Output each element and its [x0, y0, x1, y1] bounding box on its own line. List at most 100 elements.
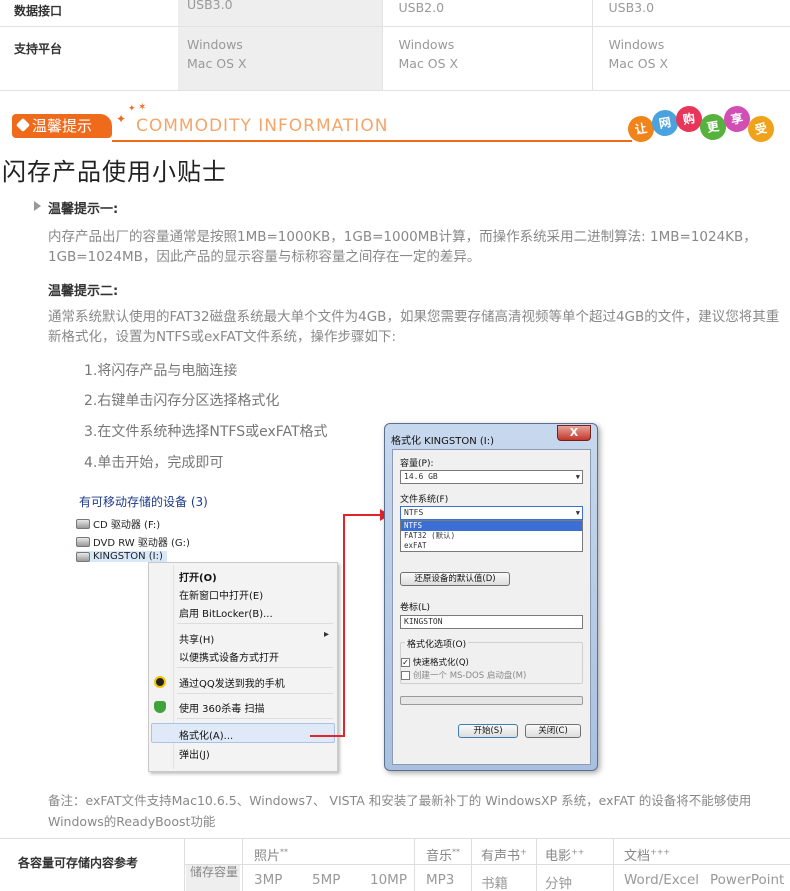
connector-arrow — [310, 509, 390, 737]
dvd-drive-icon — [76, 536, 90, 547]
spec-label: 数据接口 — [0, 0, 178, 27]
slogan-bubbles: 让 网 购 更 享 受 — [625, 103, 778, 146]
menu-item-open-new-window[interactable]: 在新窗口中打开(E) — [179, 587, 263, 602]
step-3: 3.在文件系统种选择NTFS或exFAT格式 — [84, 424, 328, 440]
star-icon: ✦ — [116, 112, 127, 126]
spec-text: Mac OS X — [608, 55, 669, 71]
fs-options-list: NTFS FAT32 (默认) exFAT — [400, 520, 583, 552]
menu-item-portable[interactable]: 以便携式设备方式打开 — [179, 649, 279, 664]
spec-text: Windows — [187, 36, 243, 52]
tip2-title: 温馨提示二: — [48, 284, 119, 299]
spec-table: 数据接口 USB3.0 USB2.0 USB3.0 支持平台 Windows Ma… — [0, 0, 790, 91]
tips-banner: 温馨提示 ✦ ✦ ✶ COMMODITY INFORMATION 让 网 购 更… — [0, 100, 790, 146]
spec-row-platform: 支持平台 Windows Mac OS X Windows Mac OS X Win… — [0, 26, 790, 91]
capacity-label: 各容量可存储内容参考 — [18, 856, 139, 870]
spec-cell: USB3.0 — [591, 0, 790, 27]
capacity-label: 容量(P): — [400, 459, 434, 469]
dropdown-arrow-icon: ▼ — [575, 473, 580, 481]
tip2-text: 通常系统默认使用的FAT32磁盘系统最大单个文件为4GB，如果您需要存储高清视频… — [48, 309, 780, 345]
step-4: 4.单击开始，完成即可 — [84, 455, 224, 471]
spec-label: 支持平台 — [0, 26, 178, 91]
fs-option[interactable]: FAT32 (默认) — [401, 531, 582, 541]
star-icon: ✶ — [138, 102, 147, 113]
dialog-close-button[interactable]: X — [557, 425, 591, 441]
dialog-body: 容量(P): 14.6 GB ▼ 文件系统(F) NTFS ▼ NTFS FAT32… — [392, 449, 591, 765]
drive-cd[interactable]: CD 驱动器 (F:) — [76, 516, 160, 531]
header-document: 文档+++ — [624, 845, 670, 864]
menu-item-eject[interactable]: 弹出(J) — [179, 746, 210, 761]
spec-text: Mac OS X — [398, 55, 459, 71]
table-divider — [414, 839, 415, 891]
spec-cell: Windows Mac OS X — [178, 26, 382, 91]
devices-header: 有可移动存储的设备 (3) — [79, 495, 208, 509]
header-sup: +++ — [650, 847, 671, 857]
volume-input[interactable]: KINGSTON — [400, 615, 583, 629]
format-options-label: 格式化选项(O) — [405, 637, 469, 650]
quick-format-label: 快速格式化(Q) — [413, 658, 469, 668]
footnote: 备注：exFAT文件支持Mac10.6.5、Windows7、 VISTA 和安… — [48, 793, 752, 829]
capacity-select[interactable]: 14.6 GB ▼ — [400, 470, 583, 484]
drive-label: CD 驱动器 (F:) — [93, 520, 161, 531]
tip1-text: 内存产品出厂的容量通常是按照1MB=1000KB，1GB=1000MB计算，而操… — [48, 229, 757, 265]
fs-select[interactable]: NTFS ▼ — [400, 506, 583, 520]
capacity-value: 14.6 GB — [404, 472, 438, 481]
table-divider — [536, 839, 537, 891]
header-movie: 电影++ — [545, 845, 584, 864]
capacity-table: 各容量可存储内容参考 储存容量 照片** 音乐 ** 有声书+ 电影++ 文档++… — [0, 838, 790, 891]
cell-value: Word/Excel — [624, 872, 700, 888]
cell-value: 10MP — [370, 872, 407, 888]
spec-cell: USB2.0 — [381, 0, 592, 27]
dropdown-arrow-icon: ▼ — [575, 509, 580, 517]
tip1-title: 温馨提示一: — [48, 202, 119, 217]
format-dialog: 格式化 KINGSTON (I:) X 容量(P): 14.6 GB ▼ 文件系统… — [384, 423, 598, 771]
fs-option[interactable]: NTFS — [401, 521, 582, 531]
cell-value: 5MP — [312, 872, 341, 888]
cell-value: 分钟 — [545, 876, 572, 891]
msdos-label: 创建一个 MS-DOS 启动盘(M) — [413, 671, 527, 681]
menu-item-bitlocker[interactable]: 启用 BitLocker(B)... — [179, 605, 273, 620]
connector-line — [310, 514, 380, 737]
header-sup: + — [520, 847, 527, 857]
header-photo: 照片** — [254, 845, 288, 864]
spec-text: Windows — [398, 36, 455, 52]
spec-cell: USB3.0 — [178, 0, 382, 27]
menu-item-360-scan[interactable]: 使用 360杀毒 扫描 — [179, 700, 264, 715]
start-button[interactable]: 开始(S) — [458, 724, 518, 738]
fs-label: 文件系统(F) — [400, 495, 449, 505]
drive-label: DVD RW 驱动器 (G:) — [93, 538, 190, 549]
checkbox-icon — [401, 670, 410, 680]
header-audiobook: 有声书+ — [481, 845, 527, 864]
table-divider — [613, 839, 614, 891]
menu-item-share[interactable]: 共享(H) — [179, 631, 214, 646]
spec-cell: Windows Mac OS X — [381, 26, 592, 91]
cell-value: 3MP — [254, 872, 283, 888]
header-sup: ++ — [571, 847, 585, 857]
restore-defaults-button[interactable]: 还原设备的默认值(D) — [400, 572, 510, 586]
menu-item-open[interactable]: 打开(O) — [179, 569, 217, 584]
qq-icon — [154, 676, 166, 688]
fs-option[interactable]: exFAT — [401, 541, 582, 551]
table-divider — [242, 839, 243, 891]
close-button[interactable]: 关闭(C) — [525, 724, 581, 738]
triangle-right-icon — [34, 201, 41, 211]
drive-dvd[interactable]: DVD RW 驱动器 (G:) — [76, 534, 190, 549]
spec-cell: Windows Mac OS X — [591, 26, 790, 91]
menu-item-format[interactable]: 格式化(A)... — [179, 727, 233, 742]
header-sup: ** — [280, 847, 289, 857]
header-text: 音乐 — [426, 849, 453, 864]
slogan-bubble: 网 — [649, 107, 681, 139]
banner-line — [112, 140, 632, 142]
drive-kingston[interactable]: KINGSTON (I:) — [76, 551, 167, 562]
cell-value: PowerPoint — [710, 872, 785, 888]
msdos-checkbox[interactable]: 创建一个 MS-DOS 启动盘(M) — [401, 669, 526, 681]
quick-format-checkbox[interactable]: ✓ 快速格式化(Q) — [401, 656, 469, 668]
step-2: 2.右键单击闪存分区选择格式化 — [84, 393, 280, 409]
step-1: 1.将闪存产品与电脑连接 — [84, 363, 238, 379]
fs-value: NTFS — [404, 508, 424, 517]
capacity-row-label: 储存容量 — [186, 865, 240, 891]
banner-english: COMMODITY INFORMATION — [136, 116, 389, 136]
page-title: 闪存产品使用小贴士 — [2, 158, 227, 186]
checkbox-checked-icon: ✓ — [401, 657, 410, 667]
slogan-bubble: 受 — [745, 113, 777, 145]
menu-item-qq[interactable]: 通过QQ发送到我的手机 — [179, 675, 285, 690]
